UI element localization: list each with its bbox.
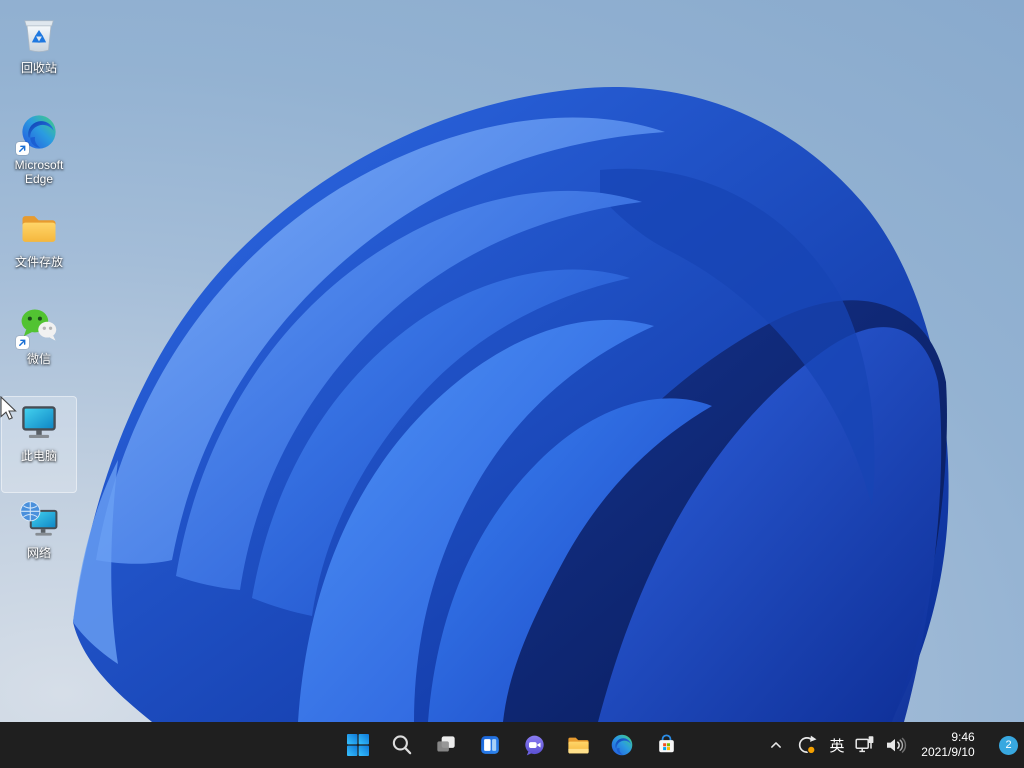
system-tray: 英 9:46 2021/9/10 2 bbox=[762, 722, 1018, 768]
update-pending-icon bbox=[794, 733, 818, 757]
chat-camera-icon bbox=[521, 732, 548, 759]
windows-logo-icon bbox=[346, 733, 370, 757]
folder-icon bbox=[565, 732, 592, 759]
desktop-icon-label: 网络 bbox=[27, 546, 51, 560]
arrow-cursor bbox=[0, 396, 18, 422]
task-view-icon bbox=[433, 732, 459, 758]
edge-icon bbox=[609, 732, 635, 758]
desktop-icon-edge[interactable]: Microsoft Edge bbox=[1, 105, 77, 202]
folder-icon bbox=[15, 205, 63, 253]
recycle-bin-icon bbox=[15, 11, 63, 59]
task-view-button[interactable] bbox=[426, 725, 466, 765]
start-button[interactable] bbox=[338, 725, 378, 765]
clock-time: 9:46 bbox=[921, 730, 974, 745]
desktop-icon-wechat[interactable]: 微信 bbox=[1, 299, 77, 396]
windows-bloom-wallpaper bbox=[0, 0, 1024, 722]
desktop-icon-label: Microsoft Edge bbox=[2, 158, 76, 186]
edge-icon bbox=[15, 108, 63, 156]
desktop-wallpaper: 回收站 Microsoft Edge bbox=[0, 0, 1024, 722]
hidden-icons-button[interactable] bbox=[762, 725, 790, 765]
taskbar: 英 9:46 2021/9/10 2 bbox=[0, 722, 1024, 768]
shortcut-arrow-icon bbox=[16, 142, 29, 155]
desktop-icon-grid: 回收站 Microsoft Edge bbox=[1, 8, 77, 590]
chat-button[interactable] bbox=[514, 725, 554, 765]
search-button[interactable] bbox=[382, 725, 422, 765]
taskbar-center-buttons bbox=[338, 722, 686, 768]
desktop-icon-label: 文件存放 bbox=[15, 255, 63, 269]
desktop-icon-label: 回收站 bbox=[21, 61, 57, 75]
speaker-icon bbox=[883, 733, 907, 757]
desktop-icon-label: 微信 bbox=[27, 352, 51, 366]
network-volume-button[interactable] bbox=[852, 725, 908, 765]
widgets-icon bbox=[477, 732, 503, 758]
desktop-icon-recycle-bin[interactable]: 回收站 bbox=[1, 8, 77, 105]
widgets-button[interactable] bbox=[470, 725, 510, 765]
desktop-icon-folder[interactable]: 文件存放 bbox=[1, 202, 77, 299]
notification-badge[interactable]: 2 bbox=[999, 736, 1018, 755]
clock-date: 2021/9/10 bbox=[921, 745, 974, 760]
desktop-icon-label: 此电脑 bbox=[21, 449, 57, 463]
this-pc-icon bbox=[15, 399, 63, 447]
chevron-up-icon bbox=[766, 735, 786, 755]
ime-language-button[interactable]: 英 bbox=[822, 725, 852, 765]
clock[interactable]: 9:46 2021/9/10 bbox=[908, 725, 992, 765]
ethernet-icon bbox=[853, 733, 877, 757]
microsoft-store-button[interactable] bbox=[646, 725, 686, 765]
file-explorer-button[interactable] bbox=[558, 725, 598, 765]
desktop-icon-network[interactable]: 网络 bbox=[1, 493, 77, 590]
edge-button[interactable] bbox=[602, 725, 642, 765]
search-icon bbox=[389, 732, 415, 758]
ime-label: 英 bbox=[829, 735, 844, 756]
network-icon bbox=[15, 496, 63, 544]
shortcut-arrow-icon bbox=[16, 336, 29, 349]
update-status-button[interactable] bbox=[790, 725, 822, 765]
wechat-icon bbox=[15, 302, 63, 350]
store-bag-icon bbox=[653, 732, 680, 759]
